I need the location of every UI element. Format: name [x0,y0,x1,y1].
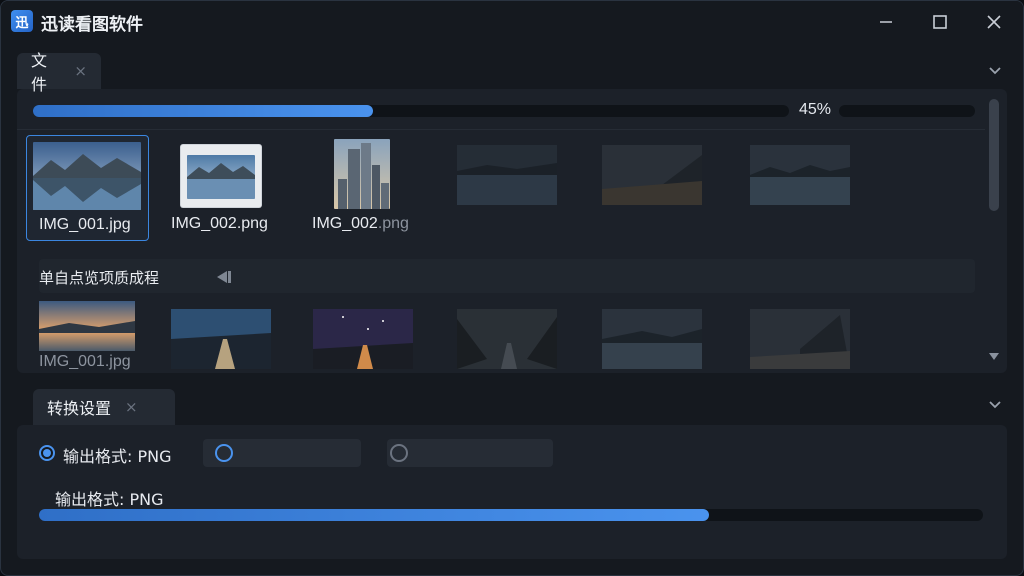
thumbnail-item-row2-6[interactable] [750,309,850,369]
output-format-summary: 输出格式: PNG [55,490,164,509]
thumbnail-item-row2-3[interactable] [313,309,413,369]
format-option-3[interactable] [387,439,553,467]
thumbnail-label: IMG_001.jpg [39,216,131,233]
thumbnail-image [334,139,390,209]
thumbnail-item-row2-2[interactable] [171,309,271,369]
thumbnail-label: IMG_001.jpg [39,353,131,370]
thumbnail-image [602,145,702,205]
files-progress-secondary [839,105,975,117]
files-panel: 文件 × 45% IMG_001.jpg IMG_002.png IMG_002… [17,51,1007,373]
thumbnail-image [313,309,413,369]
output-format-value: PNG [137,447,172,466]
thumbnail-image [187,155,255,199]
preview-hint-text: 单自点览项质成程 [39,269,160,287]
tab-files[interactable]: 文件 × [17,51,101,94]
thumbnail-label: IMG_002.png [171,215,268,232]
thumbnail-item-6[interactable] [750,145,850,205]
thumbnail-image [39,301,135,351]
thumbnail-item-4[interactable] [457,145,557,205]
thumbnail-image [457,145,557,205]
files-progress-text: 45% [799,101,832,118]
app-window: 迅 迅读看图软件 文件 × 45% IMG_001.jpg IMG_002.pn… [0,0,1024,576]
thumbnail-item-5[interactable] [602,145,702,205]
convert-progress-bar [39,509,983,521]
scroll-thumb[interactable] [989,99,999,211]
thumbnail-image [750,309,850,369]
thumbnail-image [602,309,702,369]
format-radio-2[interactable] [215,444,233,462]
close-icon [987,15,1001,29]
app-title: 迅读看图软件 [41,15,143,35]
minimize-button[interactable] [871,9,901,35]
divider [17,129,985,130]
tab-files-label: 文件 [31,51,48,94]
thumbnail-image [33,142,141,210]
scroll-down-icon[interactable] [989,353,999,360]
preview-hint-bar [39,259,975,293]
thumbnail-item-row2-1[interactable]: IMG_001.jpg [39,301,135,371]
thumbnail-image [750,145,850,205]
minimize-icon [880,21,892,23]
app-logo: 迅 [11,10,33,32]
tab-files-close-icon[interactable]: × [74,62,87,80]
thumbnail-item-row2-4[interactable] [457,309,557,369]
thumbnail-label: IMG_002.png [312,215,409,232]
thumbnail-image [171,309,271,369]
thumbnail-item-img002-city[interactable]: IMG_002.png [310,135,431,239]
format-option-2[interactable] [203,439,361,467]
thumbnail-item-img001[interactable]: IMG_001.jpg [26,135,149,241]
close-button[interactable] [979,9,1009,35]
thumbnail-item-row2-5[interactable] [602,309,702,369]
files-progress-bar [33,105,789,117]
convert-settings-panel: 转换设置 × 输出格式: PNG 输出格式: PNG [17,389,1007,559]
chevron-down-icon [989,67,1001,75]
playback-back-icon[interactable] [215,270,233,284]
files-progress-fill [33,105,374,117]
format-radio-png[interactable] [39,445,55,461]
convert-collapse-button[interactable] [987,397,1003,413]
maximize-icon [933,15,947,29]
convert-progress-fill [39,509,710,521]
thumbnail-item-img002[interactable]: IMG_002.png [167,135,288,239]
chevron-down-icon [989,401,1001,409]
tab-convert-label: 转换设置 [47,399,112,418]
title-bar: 迅 迅读看图软件 [1,1,1023,43]
tab-convert-settings[interactable]: 转换设置 × [33,389,175,425]
tab-convert-close-icon[interactable]: × [125,398,138,416]
maximize-button[interactable] [925,9,955,35]
output-format-label: 输出格式: PNG [63,447,172,466]
files-scrollbar[interactable] [987,97,1001,369]
format-radio-3[interactable] [390,444,408,462]
files-collapse-button[interactable] [987,63,1003,79]
thumbnail-image [457,309,557,369]
